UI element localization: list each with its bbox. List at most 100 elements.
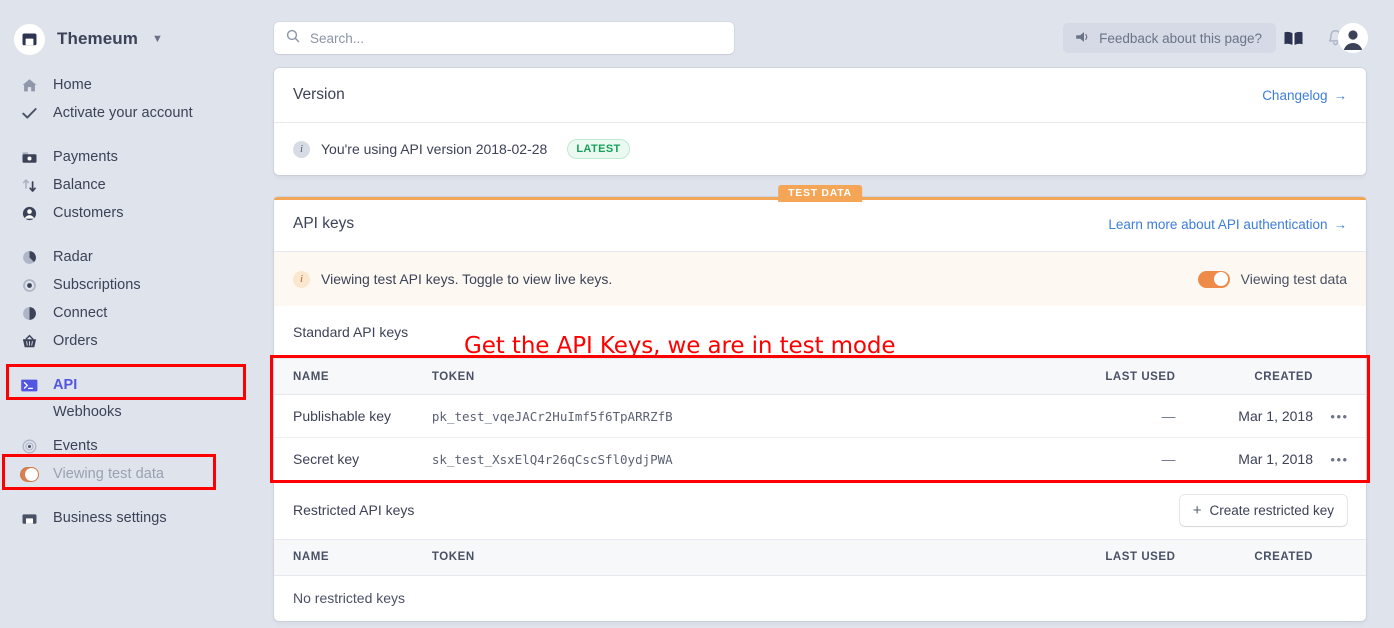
cell-name: Secret key [293, 451, 360, 468]
column-header-name: NAME [274, 538, 432, 576]
api-terminal-icon [20, 376, 39, 395]
standard-api-keys-title: Standard API keys [293, 324, 409, 340]
sidebar-item-events[interactable]: Events [0, 433, 266, 459]
sidebar-item-label: Orders [53, 333, 98, 349]
megaphone-icon [1075, 30, 1090, 47]
restricted-api-keys-header: Restricted API keys + Create restricted … [274, 480, 1366, 539]
standard-table-body: Publishable key pk_test_vqeJACr2HuImf5f6… [274, 394, 1366, 481]
sidebar-item-label: Home [53, 77, 92, 93]
plus-icon: + [1192, 501, 1202, 519]
column-header-name: NAME [274, 358, 432, 395]
sidebar-item-activate-your-account[interactable]: Activate your account [0, 100, 266, 126]
events-icon [20, 437, 39, 456]
api-keys-card-header: API keys Learn more about API authentica… [274, 197, 1366, 251]
toggle-icon[interactable] [20, 465, 39, 484]
docs-book-icon[interactable] [1280, 25, 1306, 51]
row-actions-menu-icon[interactable]: ••• [1313, 394, 1366, 438]
search-placeholder: Search... [310, 30, 365, 46]
cell-last-used: — [1161, 451, 1176, 468]
changelog-link[interactable]: Changelog → [1262, 88, 1347, 103]
sidebar-item-label: Customers [53, 205, 124, 221]
brand-switcher[interactable]: Themeum ▼ [14, 23, 163, 55]
version-info-row: i You're using API version 2018-02-28 LA… [274, 123, 1366, 175]
sidebar-item-orders[interactable]: Orders [0, 328, 266, 354]
radar-icon [20, 248, 39, 267]
brand-name: Themeum [57, 29, 138, 48]
sidebar-item-api[interactable]: API [0, 372, 266, 398]
annotation-note: Get the API Keys, we are in test mode [464, 333, 896, 359]
feedback-button[interactable]: Feedback about this page? [1063, 23, 1276, 53]
column-header-actions [1313, 358, 1366, 395]
sidebar-item-label: Radar [53, 249, 93, 265]
sidebar-item-label: Balance [53, 177, 106, 193]
cell-token[interactable]: sk_test_XsxElQ4r26qCscSfl0ydjPWA [432, 438, 997, 481]
arrow-right-icon: → [1333, 216, 1348, 232]
version-card-header: Version Changelog → [274, 68, 1366, 122]
cell-token[interactable]: pk_test_vqeJACr2HuImf5f6TpARRZfB [431, 394, 998, 438]
version-card-title: Version [293, 86, 345, 103]
column-header-created: CREATED [1175, 358, 1313, 395]
api-authentication-link-label: Learn more about API authentication [1108, 216, 1328, 232]
restricted-api-keys-table: NAME TOKEN LAST USED CREATED No restrict… [274, 538, 1366, 622]
restricted-table-body: No restricted keys [274, 575, 1366, 621]
sidebar-item-webhooks[interactable]: Webhooks [0, 399, 266, 425]
standard-api-keys-table: NAME TOKEN LAST USED CREATED Publishable… [274, 358, 1366, 481]
feedback-label: Feedback about this page? [1099, 30, 1262, 46]
sidebar-item-customers[interactable]: Customers [0, 200, 266, 226]
changelog-link-label: Changelog [1262, 87, 1328, 103]
customers-icon [20, 204, 39, 223]
subscriptions-icon [20, 276, 39, 295]
check-icon [20, 104, 39, 123]
viewing-test-data-toggle[interactable] [1197, 270, 1230, 288]
test-mode-banner-left: i Viewing test API keys. Toggle to view … [293, 270, 613, 288]
api-keys-card: TEST DATA API keys Learn more about API … [274, 185, 1366, 622]
test-mode-banner-toggle-group[interactable]: Viewing test data [1197, 270, 1347, 288]
column-header-created: CREATED [1175, 538, 1313, 576]
sidebar-item-label: Webhooks [53, 404, 122, 420]
sidebar-item-payments[interactable]: Payments [0, 144, 266, 170]
api-authentication-link[interactable]: Learn more about API authentication → [1108, 217, 1347, 232]
table-header-row: NAME TOKEN LAST USED CREATED [274, 358, 1366, 395]
sidebar-item-balance[interactable]: Balance [0, 172, 266, 198]
cell-name: Publishable key [274, 394, 432, 438]
table-row[interactable]: Publishable key pk_test_vqeJACr2HuImf5f6… [274, 394, 1366, 438]
chevron-down-icon[interactable]: ▼ [152, 33, 163, 45]
row-actions-menu-icon[interactable]: ••• [1313, 438, 1366, 481]
sidebar-item-label: Payments [53, 149, 118, 165]
version-card: Version Changelog → i You're using API v… [274, 68, 1366, 175]
info-icon: i [293, 270, 310, 288]
sidebar-item-label: API [53, 377, 78, 393]
search-input[interactable]: Search... [274, 22, 734, 54]
payments-icon [20, 148, 39, 167]
sidebar-item-subscriptions[interactable]: Subscriptions [0, 272, 266, 298]
sidebar-item-label: Activate your account [53, 105, 193, 121]
connect-icon [20, 304, 39, 323]
store-logo-icon [14, 23, 45, 55]
avatar[interactable] [1338, 23, 1368, 53]
column-header-actions [1313, 538, 1366, 576]
sidebar-item-radar[interactable]: Radar [0, 244, 266, 270]
home-icon [20, 76, 39, 95]
sidebar-item-home[interactable]: Home [0, 72, 266, 98]
sidebar-item-label: Viewing test data [53, 466, 165, 482]
toggle-knob [25, 467, 38, 481]
table-header-row: NAME TOKEN LAST USED CREATED [274, 538, 1366, 576]
empty-state-text: No restricted keys [293, 590, 406, 607]
column-header-last-used: LAST USED [997, 538, 1176, 576]
test-data-ribbon-tab: TEST DATA [778, 185, 862, 202]
sidebar-item-connect[interactable]: Connect [0, 300, 266, 326]
version-message: You're using API version 2018-02-28 [321, 141, 548, 157]
restricted-table-head: NAME TOKEN LAST USED CREATED [274, 538, 1366, 576]
sidebar-item-viewing-test-data[interactable]: Viewing test data [0, 461, 266, 487]
standard-table-head: NAME TOKEN LAST USED CREATED [274, 358, 1366, 395]
sidebar-item-business-settings[interactable]: Business settings [0, 505, 266, 531]
create-restricted-key-label: Create restricted key [1209, 502, 1334, 518]
sidebar-item-label: Connect [53, 305, 108, 321]
create-restricted-key-button[interactable]: + Create restricted key [1179, 494, 1347, 526]
table-row[interactable]: Secret key sk_test_XsxElQ4r26qCscSfl0ydj… [274, 438, 1366, 481]
test-mode-banner-message: Viewing test API keys. Toggle to view li… [321, 271, 613, 287]
column-header-last-used: LAST USED [997, 358, 1176, 395]
topbar: Search... Feedback about this page? [266, 0, 1394, 68]
test-data-toggle[interactable] [20, 466, 39, 482]
column-header-token: TOKEN [431, 358, 998, 395]
